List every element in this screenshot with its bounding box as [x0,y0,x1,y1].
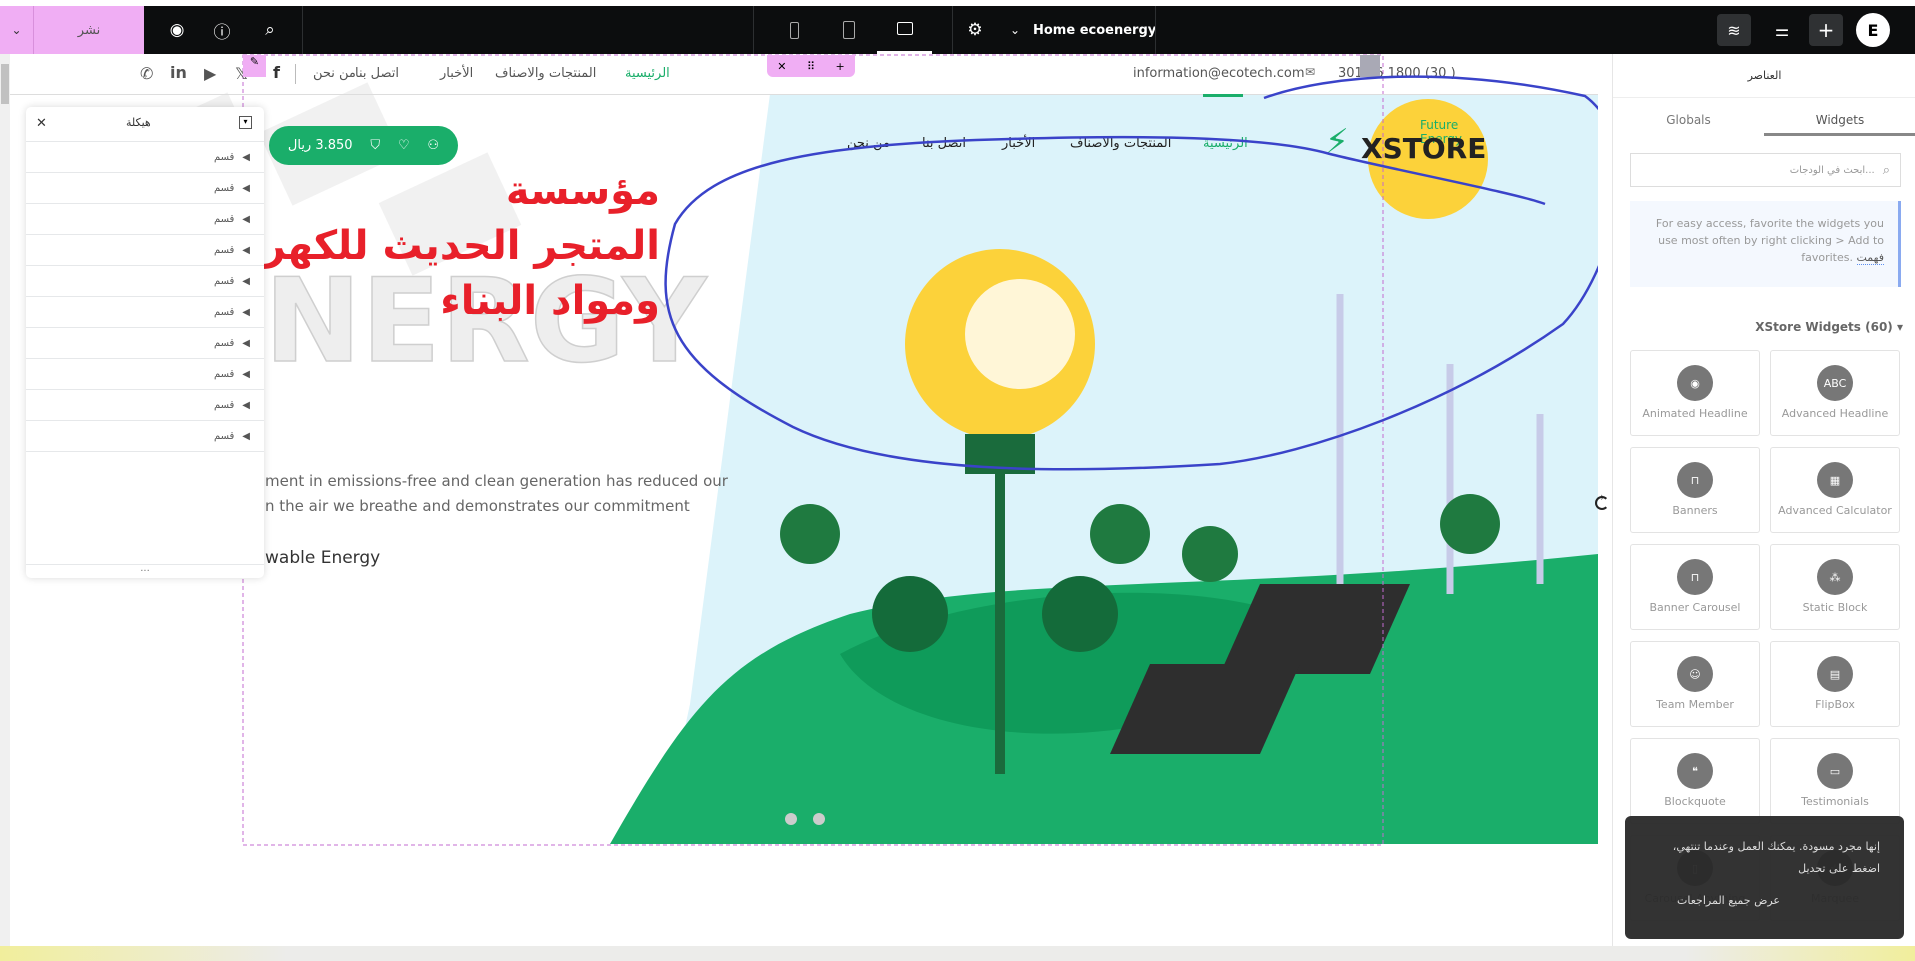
favorites-info-box: For easy access, favorite the widgets yo… [1630,201,1901,287]
collapse-icon[interactable]: ▾ [239,116,252,129]
structure-title: هيكلة [126,116,151,129]
loading-spinner [1595,496,1609,510]
structure-item[interactable]: قسم ◀ [26,173,264,204]
widget-label: Testimonials [1801,795,1869,808]
widget-search-input[interactable]: ابحث في الودجات... ⌕ [1630,153,1901,187]
layers-icon[interactable]: ≋ [1717,14,1751,46]
widget-icon: ⊓ [1677,559,1713,595]
toast-message: إنها مجرد مسودة. يمكنك العمل وعندما تنته… [1672,840,1880,875]
structure-item[interactable]: قسم ◀ [26,235,264,266]
structure-panel: ✕ هيكلة ▾ قسم ◀ قسم ◀ قسم ◀ قسم ◀ قسم ◀ قسم ◀ قسم ◀ قس… [26,107,264,578]
structure-item[interactable]: قسم ◀ [26,359,264,390]
widget-card[interactable]: ▭ Testimonials [1770,738,1900,824]
section-label: قسم [213,399,235,411]
widget-icon: ▭ [1817,753,1853,789]
structure-item[interactable]: قسم ◀ [26,204,264,235]
plus-icon[interactable]: + [1809,14,1843,46]
editor-top-bar: ⌄ نشر ◉ ⓘ ⌕ ⚙ ⌄ Home ecoenergy ≋ ⚌ + E [0,6,1915,54]
caret-left-icon[interactable]: ◀ [242,276,250,287]
widget-card[interactable]: ⊓ Banner Carousel [1630,544,1760,630]
widget-card[interactable]: ⊓ Banners [1630,447,1760,533]
eye-icon[interactable]: ◉ [165,6,189,54]
widget-icon: ▦ [1817,462,1853,498]
structure-item[interactable]: قسم ◀ [26,421,264,452]
structure-item[interactable]: قسم ◀ [26,390,264,421]
caret-left-icon[interactable]: ◀ [242,183,250,194]
section-label: قسم [213,337,235,349]
caret-left-icon[interactable]: ◀ [242,152,250,163]
section-label: قسم [213,368,235,380]
caret-left-icon[interactable]: ◀ [242,369,250,380]
chevron-down-icon[interactable]: ⌄ [1006,6,1024,54]
section-label: قسم [213,151,235,163]
widget-card[interactable]: ⁂ Static Block [1770,544,1900,630]
section-label: قسم [213,430,235,442]
caret-left-icon[interactable]: ◀ [242,307,250,318]
structure-resize-handle[interactable]: ... [26,564,264,578]
search-icon[interactable]: ⌕ [258,6,282,54]
sliders-icon[interactable]: ⚌ [1765,14,1799,46]
widget-icon: ABC [1817,365,1853,401]
settings-icon[interactable]: ⚙ [963,6,987,54]
widget-label: Banners [1672,504,1718,517]
widget-label: Team Member [1656,698,1734,711]
widget-card[interactable]: ▦ Advanced Calculator [1770,447,1900,533]
caret-left-icon[interactable]: ◀ [242,400,250,411]
section-label: قسم [213,182,235,194]
widget-icon: ❝ [1677,753,1713,789]
structure-item[interactable]: قسم ◀ [26,266,264,297]
section-label: قسم [213,213,235,225]
caret-left-icon[interactable]: ◀ [242,338,250,349]
page-title[interactable]: Home ecoenergy [1033,6,1156,54]
widget-icon: ◉ [1677,365,1713,401]
widget-card[interactable]: ▤ FlipBox [1770,641,1900,727]
elementor-logo[interactable]: E [1856,13,1890,47]
section-label: قسم [213,306,235,318]
widget-label: Animated Headline [1642,407,1748,420]
caret-left-icon[interactable]: ◀ [242,245,250,256]
widget-label: Static Block [1802,601,1868,614]
widget-icon: ⊓ [1677,462,1713,498]
tablet-icon[interactable] [837,6,861,54]
structure-item[interactable]: قسم ◀ [26,142,264,173]
widget-icon: ☺ [1677,656,1713,692]
structure-item[interactable]: قسم ◀ [26,297,264,328]
canvas-scrollbar[interactable] [0,54,10,946]
draft-toast: إنها مجرد مسودة. يمكنك العمل وعندما تنته… [1625,816,1904,939]
widget-label: Advanced Headline [1781,407,1889,420]
widget-card[interactable]: ❝ Blockquote [1630,738,1760,824]
taskbar-strip [0,946,1915,961]
caret-left-icon[interactable]: ◀ [242,214,250,225]
section-label: قسم [213,275,235,287]
section-label: قسم [213,244,235,256]
widget-label: Advanced Calculator [1778,504,1892,517]
structure-item[interactable]: قسم ◀ [26,328,264,359]
help-icon[interactable]: ⓘ [210,6,234,54]
close-icon[interactable]: ✕ [36,116,47,131]
widget-icon: ▤ [1817,656,1853,692]
tab-globals[interactable]: Globals [1613,104,1764,136]
widget-category-header[interactable]: XStore Widgets (60) ▾ [1755,320,1903,334]
view-revisions-link[interactable]: عرض جميع المراجعات [1649,890,1880,912]
widget-label: Blockquote [1664,795,1726,808]
search-icon: ⌕ [1882,162,1890,178]
widget-label: FlipBox [1815,698,1855,711]
panel-title: العناصر [1613,54,1915,98]
widget-card[interactable]: ☺ Team Member [1630,641,1760,727]
desktop-icon[interactable] [877,6,932,54]
chevron-down-icon[interactable]: ⌄ [0,6,34,54]
caret-left-icon[interactable]: ◀ [242,431,250,442]
publish-button[interactable]: نشر [34,6,144,54]
widgets-panel: العناصر Globals Widgets ابحث في الودجات.… [1595,54,1915,946]
widget-label: Banner Carousel [1649,601,1741,614]
tab-widgets[interactable]: Widgets [1764,104,1915,136]
widget-card[interactable]: ◉ Animated Headline [1630,350,1760,436]
got-it-link[interactable]: فهمت [1856,251,1884,265]
widget-icon: ⁂ [1817,559,1853,595]
widget-card[interactable]: ABC Advanced Headline [1770,350,1900,436]
mobile-icon[interactable] [782,6,806,54]
